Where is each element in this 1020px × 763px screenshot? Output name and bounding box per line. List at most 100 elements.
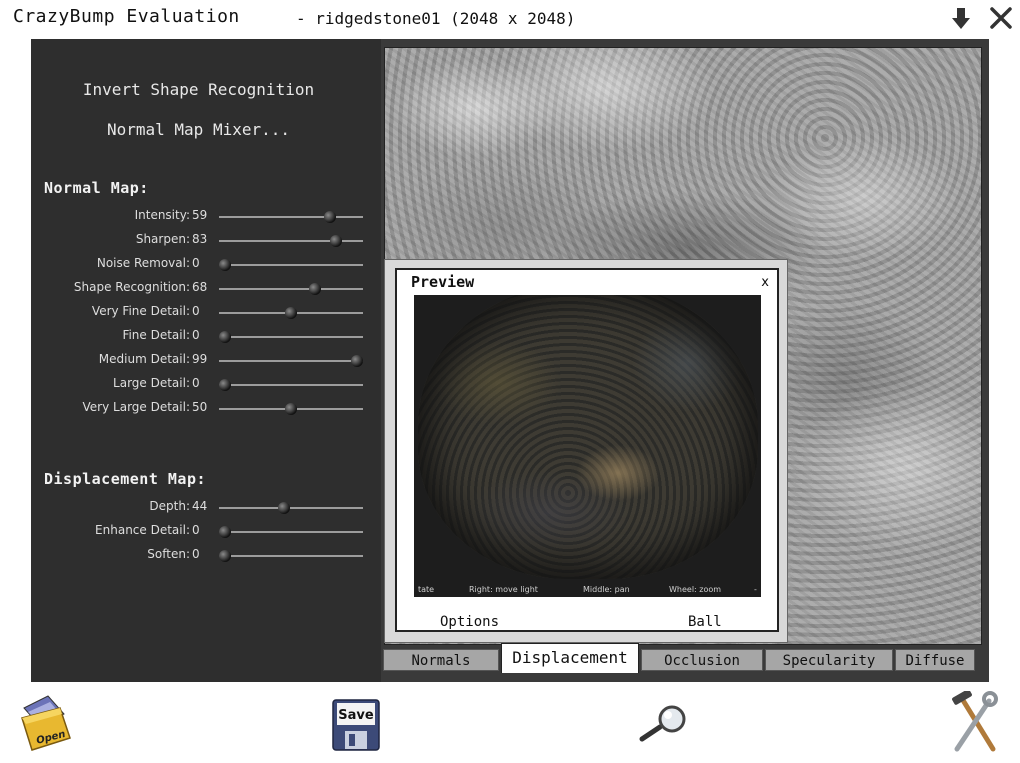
sharpen-label: Sharpen: (135, 232, 190, 246)
zoom-button[interactable] (638, 703, 690, 747)
help-more: - (754, 585, 757, 594)
very-large-detail-slider[interactable] (219, 403, 363, 415)
shape-recognition-slider[interactable] (219, 283, 363, 295)
fine-detail-slider-knob[interactable] (218, 331, 231, 343)
file-title: - ridgedstone01 (2048 x 2048) (296, 9, 576, 28)
normal_map-medium-detail-row: Medium Detail: 99 (31, 350, 371, 370)
shape-recognition-value: 68 (192, 280, 208, 294)
preview-help-bar: tate Right: move light Middle: pan Wheel… (414, 584, 761, 597)
sharpen-slider[interactable] (219, 235, 363, 247)
normal-map-mixer-link[interactable]: Normal Map Mixer... (31, 120, 366, 139)
displacement_map-soften-row: Soften: 0 (31, 545, 371, 565)
open-folder-icon: Open (21, 695, 71, 751)
medium-detail-value: 99 (192, 352, 208, 366)
enhance-detail-slider-knob[interactable] (218, 526, 231, 538)
displacement_map-depth-row: Depth: 44 (31, 497, 371, 517)
close-button[interactable] (988, 5, 1014, 31)
map-tabs: Normals Displacement Occlusion Speculari… (383, 643, 983, 673)
minimize-button[interactable] (948, 5, 974, 31)
save-label: Save (338, 708, 374, 723)
sharpen-value: 83 (192, 232, 208, 246)
normal_map-very-large-detail-row: Very Large Detail: 50 (31, 398, 371, 418)
preview-ball-render (418, 295, 758, 579)
noise-removal-slider[interactable] (218, 259, 363, 271)
floppy-disk-icon: Save (332, 699, 380, 751)
very-large-detail-label: Very Large Detail: (82, 400, 190, 414)
medium-detail-slider[interactable] (219, 355, 364, 367)
soften-slider[interactable] (218, 550, 363, 562)
preview-options-button[interactable]: Options (440, 614, 499, 630)
normal_map-intensity-row: Intensity: 59 (31, 206, 371, 226)
preview-3d-view[interactable]: tate Right: move light Middle: pan Wheel… (414, 295, 761, 597)
noise-removal-slider-knob[interactable] (218, 259, 231, 271)
large-detail-label: Large Detail: (113, 376, 190, 390)
sharpen-slider-knob[interactable] (329, 235, 342, 247)
help-pan: Middle: pan (583, 585, 630, 594)
depth-value: 44 (192, 499, 208, 513)
intensity-slider-knob[interactable] (323, 211, 336, 223)
fine-detail-value: 0 (192, 328, 200, 342)
tab-displacement[interactable]: Displacement (501, 643, 639, 673)
intensity-value: 59 (192, 208, 208, 222)
displacement_map-enhance-detail-row: Enhance Detail: 0 (31, 521, 371, 541)
very-fine-detail-value: 0 (192, 304, 200, 318)
fine-detail-label: Fine Detail: (122, 328, 190, 342)
tab-normals[interactable]: Normals (383, 649, 499, 671)
close-icon (990, 7, 1012, 29)
displacement-map-title: Displacement Map: (44, 470, 207, 488)
noise-removal-label: Noise Removal: (96, 256, 190, 270)
very-fine-detail-slider-knob[interactable] (285, 307, 297, 319)
hammer-wrench-icon (952, 689, 998, 752)
tab-occlusion[interactable]: Occlusion (641, 649, 763, 671)
down-arrow-icon (952, 8, 970, 29)
magnifier-icon (639, 705, 686, 742)
medium-detail-label: Medium Detail: (98, 352, 190, 366)
soften-slider-knob[interactable] (218, 550, 231, 562)
save-button[interactable]: Save (332, 699, 380, 755)
invert-shape-recognition-link[interactable]: Invert Shape Recognition (31, 80, 366, 99)
preview-panel: Preview x tate Right: move light Middle:… (395, 268, 779, 632)
very-fine-detail-label: Very Fine Detail: (91, 304, 190, 318)
large-detail-value: 0 (192, 376, 200, 390)
open-button[interactable]: Open (20, 694, 72, 758)
soften-value: 0 (192, 547, 200, 561)
normal_map-fine-detail-row: Fine Detail: 0 (31, 326, 371, 346)
very-large-detail-slider-knob[interactable] (285, 403, 297, 415)
app-title: CrazyBump Evaluation (13, 6, 240, 27)
intensity-slider[interactable] (219, 211, 363, 223)
help-zoom: Wheel: zoom (669, 585, 722, 594)
enhance-detail-value: 0 (192, 523, 200, 537)
normal_map-noise-removal-row: Noise Removal: 0 (31, 254, 371, 274)
large-detail-slider-knob[interactable] (218, 379, 231, 391)
very-large-detail-value: 50 (192, 400, 208, 414)
normal_map-large-detail-row: Large Detail: 0 (31, 374, 371, 394)
depth-slider[interactable] (219, 502, 363, 514)
shape-recognition-label: Shape Recognition: (73, 280, 190, 294)
normal_map-shape-recognition-row: Shape Recognition: 68 (31, 278, 371, 298)
settings-panel: Invert Shape Recognition Normal Map Mixe… (31, 39, 381, 682)
help-move-light: Right: move light (469, 585, 538, 594)
noise-removal-value: 0 (192, 256, 200, 270)
normal_map-sharpen-row: Sharpen: 83 (31, 230, 371, 250)
preview-shape-button[interactable]: Ball (688, 614, 722, 630)
enhance-detail-slider[interactable] (218, 526, 363, 538)
preview-title: Preview (411, 273, 475, 291)
intensity-label: Intensity: (134, 208, 190, 222)
enhance-detail-label: Enhance Detail: (95, 523, 190, 537)
very-fine-detail-slider[interactable] (219, 307, 363, 319)
tab-diffuse[interactable]: Diffuse (895, 649, 975, 671)
medium-detail-slider-knob[interactable] (351, 355, 364, 367)
normal_map-very-fine-detail-row: Very Fine Detail: 0 (31, 302, 371, 322)
tools-button[interactable] (949, 689, 999, 759)
tab-specularity[interactable]: Specularity (765, 649, 893, 671)
fine-detail-slider[interactable] (218, 331, 363, 343)
preview-close-button[interactable]: x (761, 275, 769, 290)
soften-label: Soften: (147, 547, 190, 561)
large-detail-slider[interactable] (218, 379, 363, 391)
depth-label: Depth: (149, 499, 190, 513)
help-rotate: tate (418, 585, 435, 594)
normal-map-title: Normal Map: (44, 179, 149, 197)
depth-slider-knob[interactable] (277, 502, 290, 514)
preview-window: Preview x tate Right: move light Middle:… (384, 259, 788, 643)
shape-recognition-slider-knob[interactable] (309, 283, 322, 295)
